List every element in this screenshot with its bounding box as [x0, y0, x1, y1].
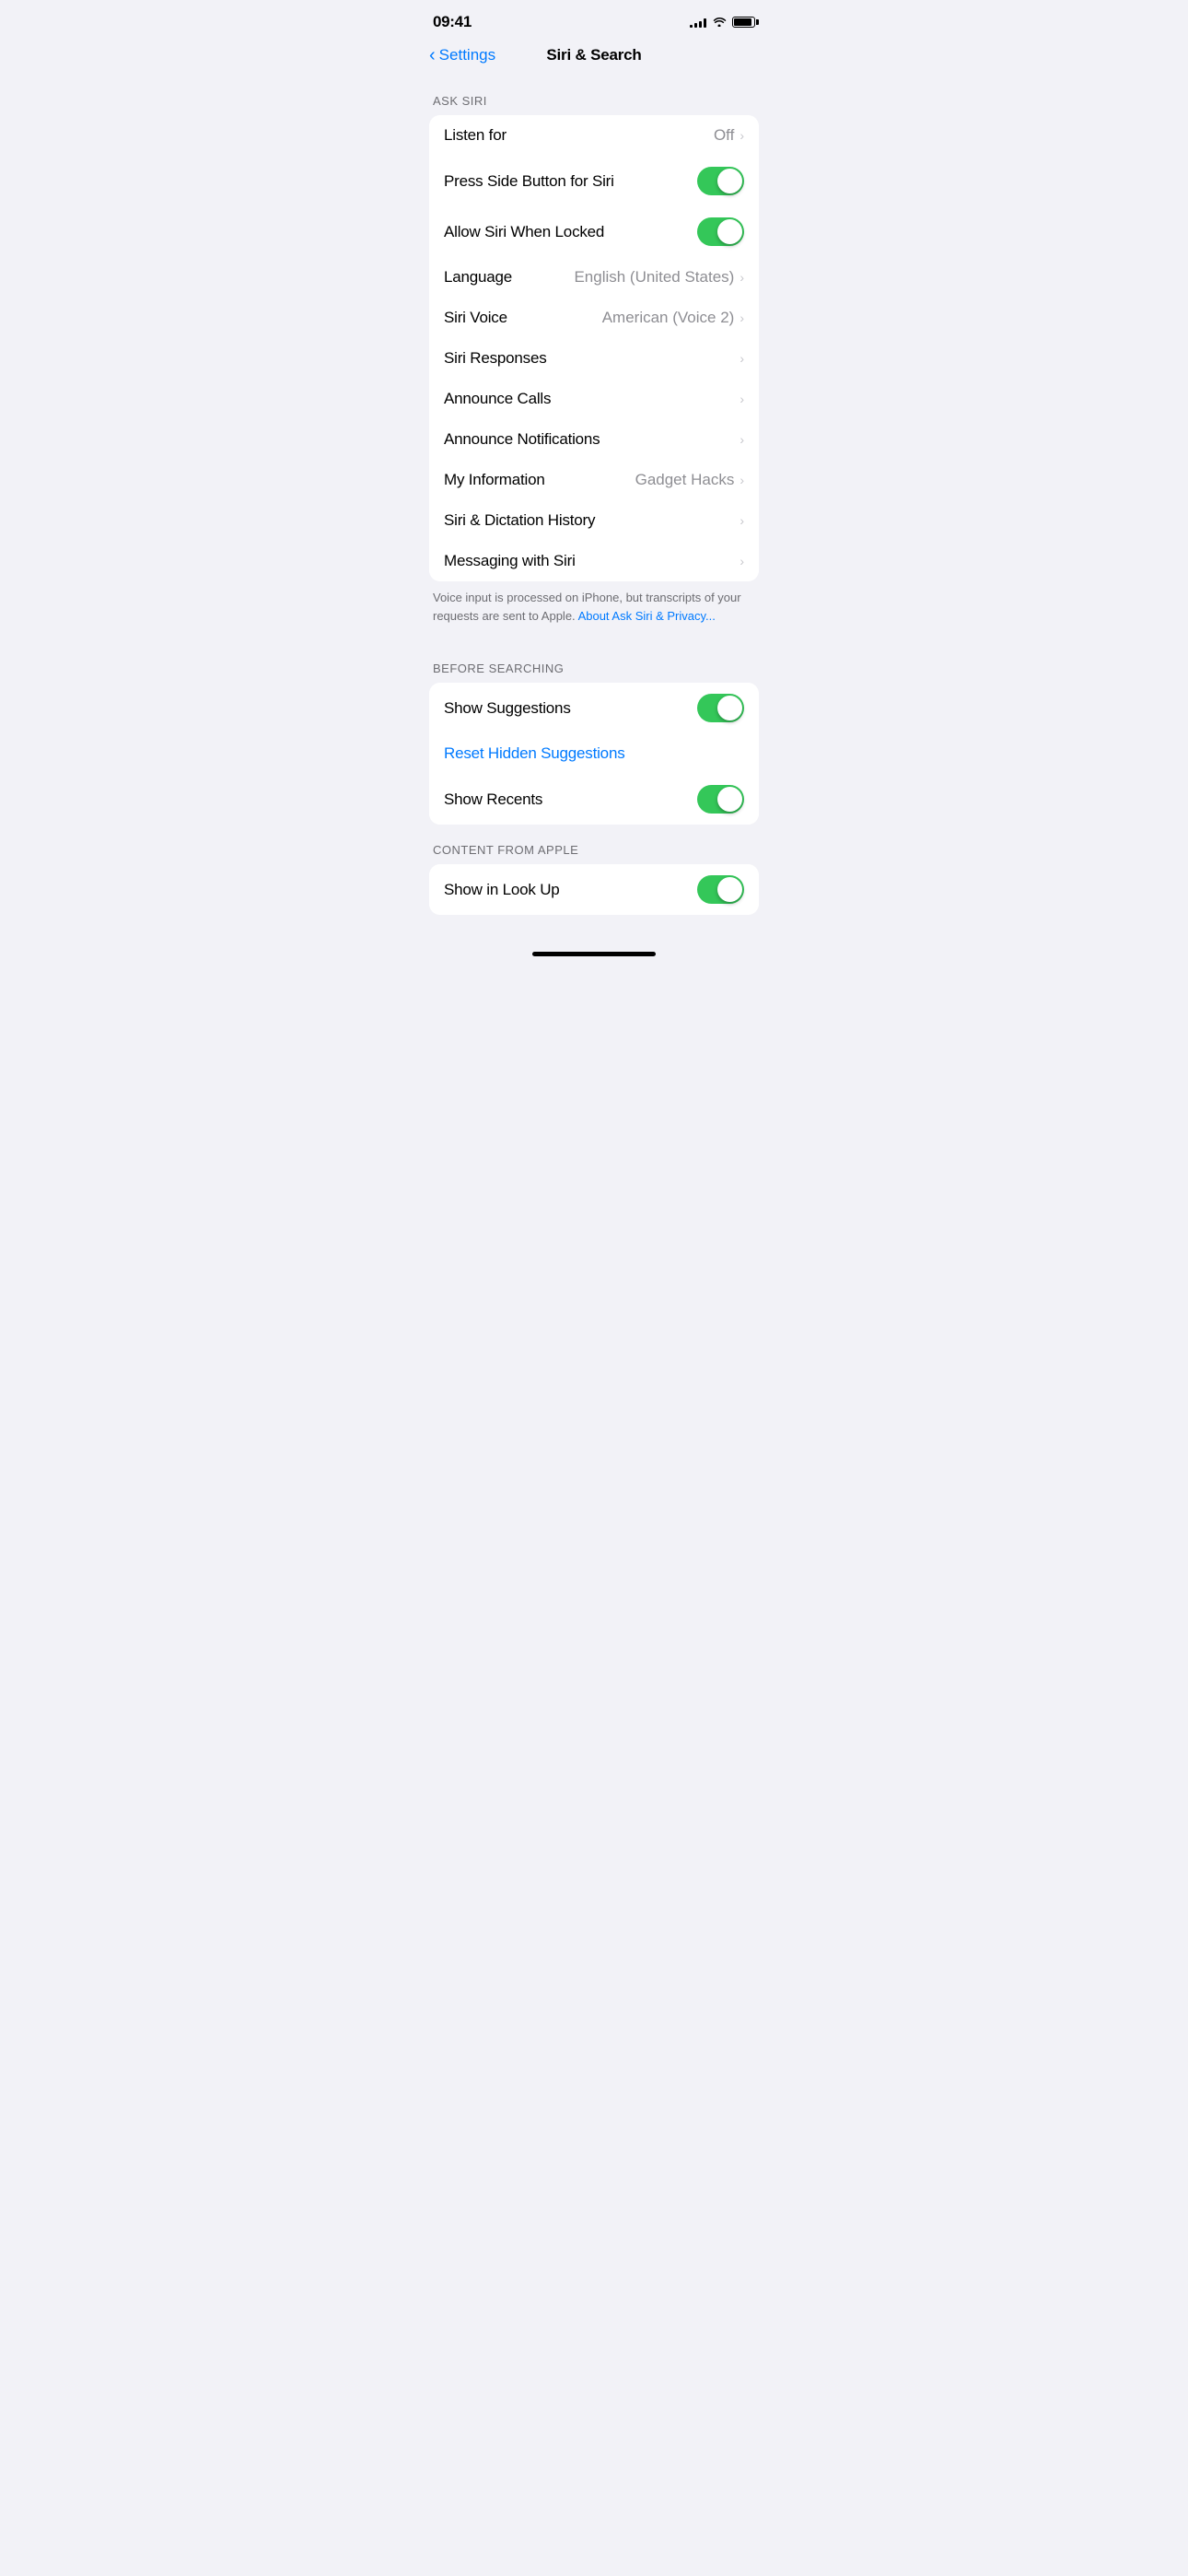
wifi-icon [712, 16, 727, 29]
announce-calls-label: Announce Calls [444, 390, 551, 408]
siri-responses-value: › [740, 351, 744, 366]
before-searching-group: Show Suggestions Reset Hidden Suggestion… [429, 683, 759, 825]
listen-for-label: Listen for [444, 126, 507, 145]
battery-icon [732, 17, 755, 28]
toggle-knob [717, 219, 742, 244]
siri-dictation-history-row[interactable]: Siri & Dictation History › [429, 500, 759, 541]
chevron-icon: › [740, 392, 744, 406]
ask-siri-group: Listen for Off › Press Side Button for S… [429, 115, 759, 581]
show-suggestions-toggle[interactable] [697, 694, 744, 722]
announce-notifications-value: › [740, 432, 744, 447]
home-indicator-area [414, 952, 774, 956]
show-in-look-up-label: Show in Look Up [444, 881, 560, 899]
siri-voice-row[interactable]: Siri Voice American (Voice 2) › [429, 298, 759, 338]
status-bar: 09:41 [414, 0, 774, 39]
back-label: Settings [439, 46, 495, 64]
ask-siri-footer: Voice input is processed on iPhone, but … [414, 581, 774, 643]
press-side-button-label: Press Side Button for Siri [444, 172, 614, 191]
show-in-look-up-row[interactable]: Show in Look Up [429, 864, 759, 915]
chevron-icon: › [740, 554, 744, 568]
chevron-icon: › [740, 128, 744, 143]
signal-icon [690, 17, 706, 28]
ask-siri-section-label: ASK SIRI [414, 76, 774, 115]
show-recents-toggle[interactable] [697, 785, 744, 814]
content-from-apple-group: Show in Look Up [429, 864, 759, 915]
chevron-icon: › [740, 270, 744, 285]
show-suggestions-label: Show Suggestions [444, 699, 571, 718]
language-value: English (United States) › [574, 268, 744, 287]
announce-calls-value: › [740, 392, 744, 406]
allow-when-locked-label: Allow Siri When Locked [444, 223, 604, 241]
chevron-icon: › [740, 513, 744, 528]
siri-dictation-history-value: › [740, 513, 744, 528]
reset-hidden-suggestions-label: Reset Hidden Suggestions [444, 744, 625, 763]
listen-for-row[interactable]: Listen for Off › [429, 115, 759, 156]
siri-voice-label: Siri Voice [444, 309, 507, 327]
toggle-knob [717, 696, 742, 720]
press-side-button-row[interactable]: Press Side Button for Siri [429, 156, 759, 206]
announce-notifications-row[interactable]: Announce Notifications › [429, 419, 759, 460]
nav-header: ‹ Settings Siri & Search [414, 39, 774, 76]
show-recents-row[interactable]: Show Recents [429, 774, 759, 825]
before-searching-section-label: BEFORE SEARCHING [414, 643, 774, 683]
press-side-button-toggle[interactable] [697, 167, 744, 195]
messaging-with-siri-row[interactable]: Messaging with Siri › [429, 541, 759, 581]
home-indicator [532, 952, 656, 956]
announce-notifications-label: Announce Notifications [444, 430, 600, 449]
listen-for-value: Off › [714, 126, 744, 145]
ask-siri-privacy-link[interactable]: About Ask Siri & Privacy... [578, 609, 716, 623]
siri-responses-label: Siri Responses [444, 349, 547, 368]
siri-responses-row[interactable]: Siri Responses › [429, 338, 759, 379]
my-information-row[interactable]: My Information Gadget Hacks › [429, 460, 759, 500]
siri-voice-value: American (Voice 2) › [602, 309, 744, 327]
toggle-knob [717, 169, 742, 193]
page-title: Siri & Search [546, 46, 641, 64]
status-time: 09:41 [433, 13, 472, 31]
chevron-icon: › [740, 351, 744, 366]
toggle-knob [717, 787, 742, 812]
chevron-icon: › [740, 473, 744, 487]
my-information-value: Gadget Hacks › [635, 471, 744, 489]
back-button[interactable]: ‹ Settings [429, 46, 495, 64]
reset-hidden-suggestions-row[interactable]: Reset Hidden Suggestions [429, 733, 759, 774]
siri-dictation-history-label: Siri & Dictation History [444, 511, 595, 530]
show-suggestions-row[interactable]: Show Suggestions [429, 683, 759, 733]
language-row[interactable]: Language English (United States) › [429, 257, 759, 298]
content-from-apple-section-label: CONTENT FROM APPLE [414, 825, 774, 864]
messaging-with-siri-label: Messaging with Siri [444, 552, 576, 570]
chevron-icon: › [740, 432, 744, 447]
show-recents-label: Show Recents [444, 790, 542, 809]
chevron-icon: › [740, 310, 744, 325]
allow-when-locked-row[interactable]: Allow Siri When Locked [429, 206, 759, 257]
language-label: Language [444, 268, 512, 287]
toggle-knob [717, 877, 742, 902]
status-icons [690, 16, 755, 29]
my-information-label: My Information [444, 471, 545, 489]
messaging-with-siri-value: › [740, 554, 744, 568]
announce-calls-row[interactable]: Announce Calls › [429, 379, 759, 419]
show-in-look-up-toggle[interactable] [697, 875, 744, 904]
allow-when-locked-toggle[interactable] [697, 217, 744, 246]
back-chevron-icon: ‹ [429, 46, 436, 64]
